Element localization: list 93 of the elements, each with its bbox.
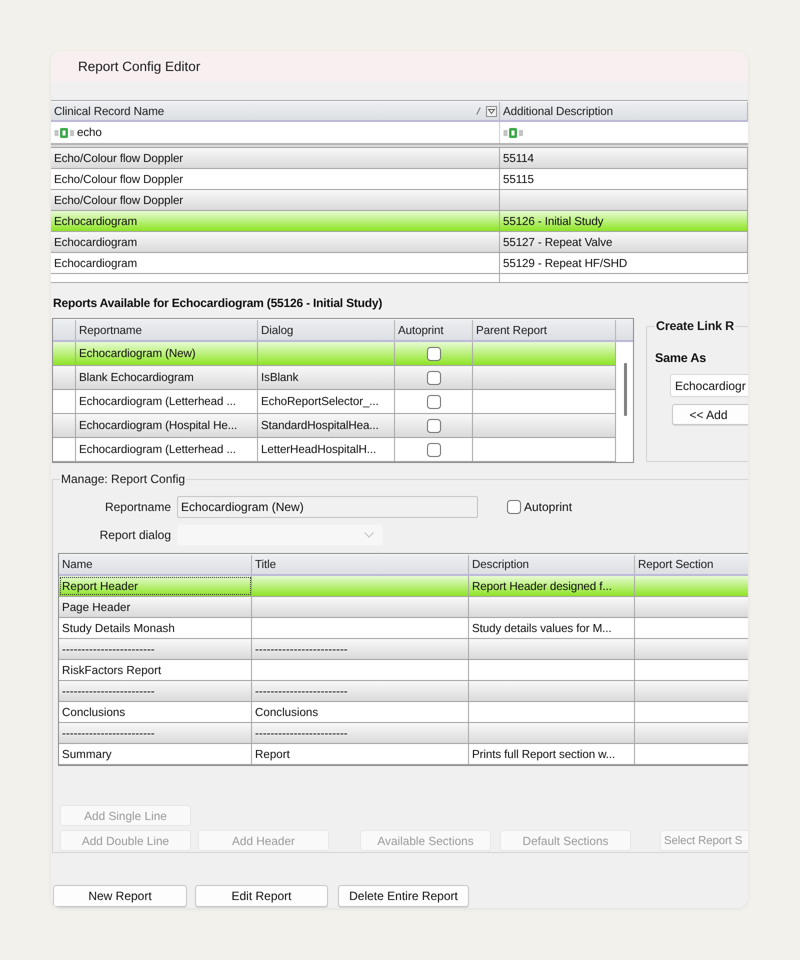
table-cell: Report: [252, 744, 469, 764]
checkbox[interactable]: [426, 370, 440, 384]
table-cell: ------------------------: [252, 681, 469, 701]
table-cell: Echocardiogram (New): [76, 342, 258, 365]
table-cell: Summary: [59, 744, 252, 764]
table-row[interactable]: ------------------------ ------------------------: [59, 681, 748, 702]
table-row[interactable]: Blank Echocardiogram IsBlank: [53, 366, 616, 390]
checkbox[interactable]: [426, 418, 440, 432]
table-cell: Echocardiogram: [51, 253, 500, 273]
checkbox[interactable]: [426, 346, 440, 360]
table-cell: 55115: [500, 169, 748, 189]
edit-report-button[interactable]: Edit Report: [195, 885, 328, 907]
table-row[interactable]: Echo/Colour flow Doppler: [51, 190, 748, 211]
column-header[interactable]: Parent Report: [476, 324, 547, 336]
table-cell: Echocardiogram (Hospital He...: [76, 414, 258, 437]
table-row[interactable]: Echo/Colour flow Doppler 55114: [51, 148, 748, 169]
column-header[interactable]: Name: [62, 558, 93, 571]
table-cell: ------------------------: [59, 639, 252, 659]
table-row[interactable]: ------------------------ ------------------------: [59, 639, 748, 660]
table-row[interactable]: Report Header Report Header designed f...: [59, 576, 748, 597]
column-header[interactable]: Description: [472, 558, 529, 571]
table-row[interactable]: Echocardiogram 55127 - Repeat Valve: [51, 232, 748, 253]
table-row[interactable]: Echocardiogram (Letterhead ... LetterHeadHospitalH...: [53, 438, 616, 462]
table-cell: Study details values for M...: [469, 618, 635, 638]
table-cell: IsBlank: [258, 366, 395, 389]
table-cell: Blank Echocardiogram: [76, 366, 258, 389]
table-row[interactable]: Echocardiogram (New): [53, 342, 616, 366]
text-field[interactable]: Echocardiogram (New): [177, 496, 478, 518]
filter-icon[interactable]: [486, 106, 497, 116]
table-cell: 55127 - Repeat Valve: [500, 232, 748, 252]
table-row[interactable]: ------------------------ ------------------------: [59, 723, 748, 744]
table-cell: StandardHospitalHea...: [258, 414, 395, 437]
section-title: Reports Available for Echocardiogram (55126 - Initial Study): [53, 295, 384, 311]
text-filter-icon: [503, 128, 524, 138]
text-filter-icon: [54, 128, 75, 138]
table-cell: 55126 - Initial Study: [500, 211, 748, 231]
column-header[interactable]: Reportname: [79, 324, 142, 336]
table-cell: Report Header designed f...: [469, 576, 635, 596]
table-cell: LetterHeadHospitalH...: [258, 438, 395, 461]
scrollbar-thumb[interactable]: [624, 363, 627, 416]
table-cell: EchoReportSelector_...: [258, 390, 395, 413]
table-cell: Echocardiogram: [51, 211, 500, 231]
add-button[interactable]: << Add: [672, 404, 748, 425]
table-row[interactable]: Echo/Colour flow Doppler 55115: [51, 169, 748, 190]
column-header[interactable]: Additional Description: [503, 104, 613, 118]
table-cell: Echocardiogram (Letterhead ...: [76, 390, 258, 413]
field-label: Same As: [655, 350, 707, 366]
table-row[interactable]: Echocardiogram (Letterhead ... EchoReportSelector_...: [53, 390, 616, 414]
field-label: Reportname: [104, 500, 171, 514]
delete-report-button[interactable]: Delete Entire Report: [338, 885, 469, 907]
field-label: Report dialog: [98, 528, 171, 542]
table-cell: Echo/Colour flow Doppler: [51, 190, 500, 210]
table-row[interactable]: Echocardiogram (Hospital He... StandardHospitalHea...: [53, 414, 616, 438]
table-cell: Study Details Monash: [59, 618, 252, 638]
table-row[interactable]: RiskFactors Report: [59, 660, 748, 681]
chevron-down-icon: [364, 532, 374, 538]
checkbox[interactable]: [426, 442, 440, 456]
table-row[interactable]: Conclusions Conclusions: [59, 702, 748, 723]
column-header[interactable]: Report Section: [638, 558, 714, 571]
column-header[interactable]: Title: [255, 558, 276, 571]
column-header[interactable]: Clinical Record Name: [54, 104, 164, 118]
new-report-button[interactable]: New Report: [53, 885, 187, 907]
table-cell: RiskFactors Report: [59, 660, 252, 680]
table-cell: Echo/Colour flow Doppler: [51, 148, 500, 168]
group-title: Manage: Report Config: [60, 472, 186, 486]
table-cell: Conclusions: [59, 702, 252, 722]
dropdown-field[interactable]: Echocardiogr: [670, 374, 748, 397]
table-cell: Page Header: [59, 597, 252, 617]
table-cell: Echocardiogram (Letterhead ...: [76, 438, 258, 461]
group-title: Create Link R: [655, 319, 735, 333]
table-cell: ------------------------: [59, 681, 252, 701]
sort-icon[interactable]: [476, 107, 481, 115]
table-cell: ------------------------: [252, 723, 469, 743]
table-cell: Conclusions: [252, 702, 469, 722]
column-header[interactable]: Autoprint: [398, 324, 444, 336]
checkbox[interactable]: [426, 394, 440, 408]
table-cell: Report Header: [59, 576, 252, 596]
checkbox[interactable]: [507, 500, 521, 514]
table-cell: 55129 - Repeat HF/SHD: [500, 253, 748, 273]
table-cell: ------------------------: [252, 639, 469, 659]
table-cell: ------------------------: [59, 723, 252, 743]
table-row[interactable]: Page Header: [59, 597, 748, 618]
table-cell: Echocardiogram: [51, 232, 500, 252]
table-cell: Echo/Colour flow Doppler: [51, 169, 500, 189]
table-row[interactable]: Echocardiogram 55126 - Initial Study: [51, 211, 748, 232]
table-row[interactable]: Study Details Monash Study details values for M...: [59, 618, 748, 639]
column-header[interactable]: Dialog: [261, 324, 294, 336]
checkbox-label[interactable]: Autoprint: [524, 500, 572, 514]
window-title: Report Config Editor: [78, 59, 200, 74]
table-row[interactable]: Echocardiogram 55129 - Repeat HF/SHD: [51, 253, 748, 274]
table-row[interactable]: Summary Report Prints full Report section w...: [59, 744, 748, 765]
table-cell: 55114: [500, 148, 748, 168]
table-cell: Prints full Report section w...: [469, 744, 635, 764]
